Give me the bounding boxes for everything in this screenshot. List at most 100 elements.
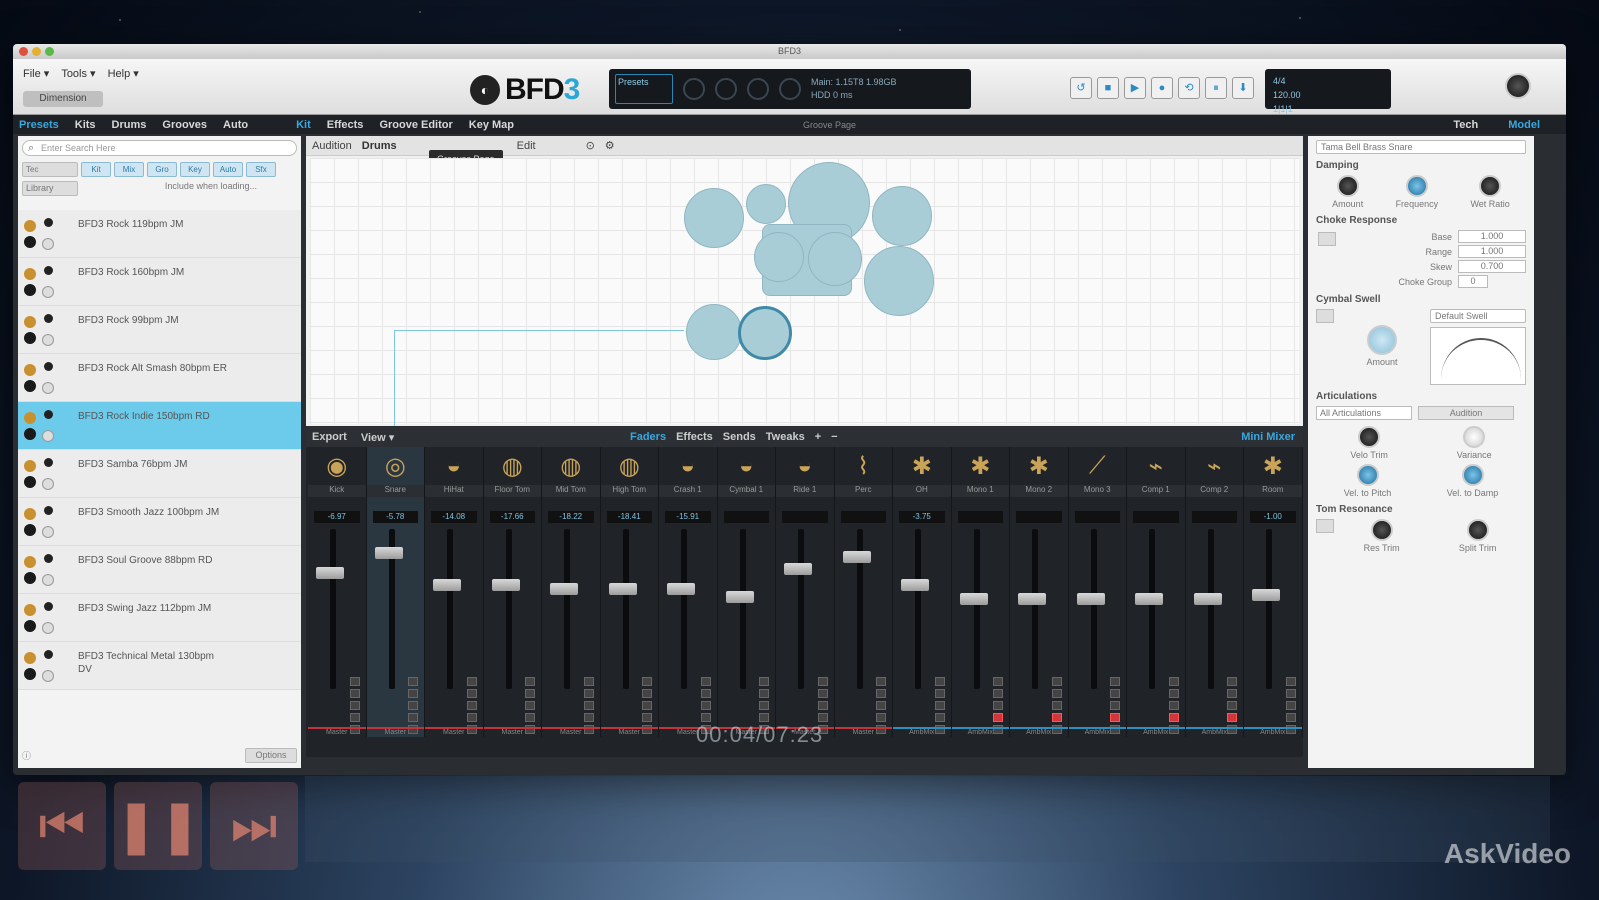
dimension-button[interactable]: Dimension <box>23 91 103 107</box>
search-input[interactable]: Enter Search Here <box>22 140 297 156</box>
channel-button[interactable] <box>934 701 945 710</box>
channel-button[interactable] <box>934 677 945 686</box>
channel-output[interactable]: AmbMix <box>893 727 951 737</box>
add-channel-icon[interactable]: + <box>815 431 821 443</box>
lcd-knob-1[interactable] <box>683 78 705 100</box>
channel-fader[interactable] <box>433 579 461 591</box>
preset-item[interactable]: BFD3 Soul Groove 88bpm RD <box>18 546 301 594</box>
channel-button[interactable] <box>759 701 769 710</box>
preset-item[interactable]: BFD3 Samba 76bpm JM <box>18 450 301 498</box>
menu-file[interactable]: File ▾ <box>23 67 49 80</box>
channel-button[interactable] <box>1110 701 1120 710</box>
library-select[interactable]: Library <box>22 181 78 196</box>
channel-button[interactable] <box>759 677 769 686</box>
channel-button[interactable] <box>408 701 418 710</box>
drum-hihat[interactable] <box>684 188 744 248</box>
preset-item[interactable]: BFD3 Rock Indie 150bpm RD <box>18 402 301 450</box>
stop-button[interactable]: ■ <box>1097 77 1119 99</box>
channel-button[interactable] <box>934 689 945 698</box>
preset-item[interactable]: BFD3 Swing Jazz 112bpm JM <box>18 594 301 642</box>
channel-button[interactable] <box>1110 689 1120 698</box>
articulation-select[interactable]: All Articulations <box>1316 406 1412 420</box>
channel-button[interactable] <box>408 713 418 722</box>
channel-output[interactable]: AmbMix <box>1244 727 1302 737</box>
lcd-preset[interactable]: Presets <box>615 74 673 104</box>
vel-to-pitch-knob[interactable] <box>1356 464 1379 486</box>
channel-level-readout[interactable] <box>957 511 1003 523</box>
channel-button[interactable] <box>1227 677 1237 686</box>
filter-chip-sfx[interactable]: Sfx <box>246 162 276 177</box>
channel-button[interactable] <box>876 713 886 722</box>
drum-tom-2[interactable] <box>808 232 862 286</box>
channel-button[interactable] <box>1051 713 1062 722</box>
damping-wet-ratio-knob[interactable] <box>1479 175 1502 197</box>
channel-fader[interactable] <box>725 591 754 603</box>
channel-button[interactable] <box>993 713 1003 722</box>
edit-label[interactable]: Edit <box>517 140 536 152</box>
channel-level-readout[interactable]: -18.41 <box>606 511 652 523</box>
channel-button[interactable] <box>349 713 360 722</box>
channel-button[interactable] <box>1285 677 1296 686</box>
channel-button[interactable] <box>1168 713 1179 722</box>
master-volume-knob[interactable] <box>1505 73 1531 99</box>
res-trim-knob[interactable] <box>1370 519 1393 541</box>
channel-level-readout[interactable] <box>1016 511 1062 523</box>
video-progress-bar[interactable] <box>305 776 1550 862</box>
channel-button[interactable] <box>583 677 594 686</box>
channel-output[interactable]: Master <box>600 727 658 737</box>
choke-base-field[interactable]: 1.000 <box>1458 230 1526 243</box>
channel-button[interactable] <box>934 713 945 722</box>
channel-button[interactable] <box>466 701 477 710</box>
choke-skew-field[interactable]: 0.700 <box>1458 260 1526 273</box>
channel-output[interactable]: Master <box>366 727 424 737</box>
export-button[interactable]: ⬇ <box>1232 77 1254 99</box>
drum-crash-small[interactable] <box>746 184 786 224</box>
channel-fader[interactable] <box>667 583 695 595</box>
channel-output[interactable]: Master <box>308 727 366 737</box>
mixer-view-tab[interactable]: View ▾ <box>361 431 394 444</box>
drum-snare[interactable] <box>686 304 742 360</box>
tab-kit[interactable]: Kit <box>296 119 311 131</box>
filter-chip-kit[interactable]: Kit <box>81 162 111 177</box>
channel-level-readout[interactable]: -3.75 <box>899 511 945 523</box>
channel-level-readout[interactable]: -6.97 <box>314 511 360 523</box>
channel-button[interactable] <box>993 677 1003 686</box>
channel-button[interactable] <box>817 689 828 698</box>
grid-icon[interactable]: ⊙ <box>586 139 595 152</box>
channel-button[interactable] <box>759 713 769 722</box>
channel-fader[interactable] <box>491 579 520 591</box>
channel-level-readout[interactable] <box>1074 511 1120 523</box>
channel-button[interactable] <box>1168 689 1179 698</box>
channel-button[interactable] <box>700 713 711 722</box>
channel-button[interactable] <box>349 689 360 698</box>
record-button[interactable]: ● <box>1151 77 1173 99</box>
pause-button[interactable]: ⏸ <box>1205 77 1227 99</box>
tempo-display[interactable]: 4/4 120.00 1|1|1 <box>1265 69 1391 114</box>
choke-range-field[interactable]: 1.000 <box>1458 245 1526 258</box>
channel-button[interactable] <box>700 701 711 710</box>
channel-button[interactable] <box>1285 689 1296 698</box>
channel-button[interactable] <box>583 701 594 710</box>
drum-selected-snare[interactable] <box>738 306 792 360</box>
channel-button[interactable] <box>759 689 769 698</box>
damping-frequency-knob[interactable] <box>1405 175 1428 197</box>
tab-drums[interactable]: Drums <box>112 119 147 131</box>
channel-button[interactable] <box>993 701 1003 710</box>
channel-button[interactable] <box>642 713 652 722</box>
vel-to-damp-knob[interactable] <box>1461 464 1484 486</box>
choke-toggle[interactable] <box>1318 232 1336 246</box>
damping-amount-knob[interactable] <box>1336 175 1359 197</box>
channel-level-readout[interactable]: -1.00 <box>1250 511 1296 523</box>
channel-fader[interactable] <box>374 547 403 559</box>
channel-button[interactable] <box>817 701 828 710</box>
channel-button[interactable] <box>1227 689 1237 698</box>
preset-item[interactable]: BFD3 Rock 119bpm JM <box>18 210 301 258</box>
channel-fader[interactable] <box>550 583 578 595</box>
info-icon[interactable]: ⓘ <box>22 749 31 762</box>
channel-button[interactable] <box>583 713 594 722</box>
tab-grooves[interactable]: Grooves <box>162 119 207 131</box>
tom-resonance-toggle[interactable] <box>1316 519 1334 533</box>
channel-fader[interactable] <box>1018 593 1046 605</box>
channel-fader[interactable] <box>1252 589 1280 601</box>
channel-output[interactable]: Master <box>542 727 600 737</box>
